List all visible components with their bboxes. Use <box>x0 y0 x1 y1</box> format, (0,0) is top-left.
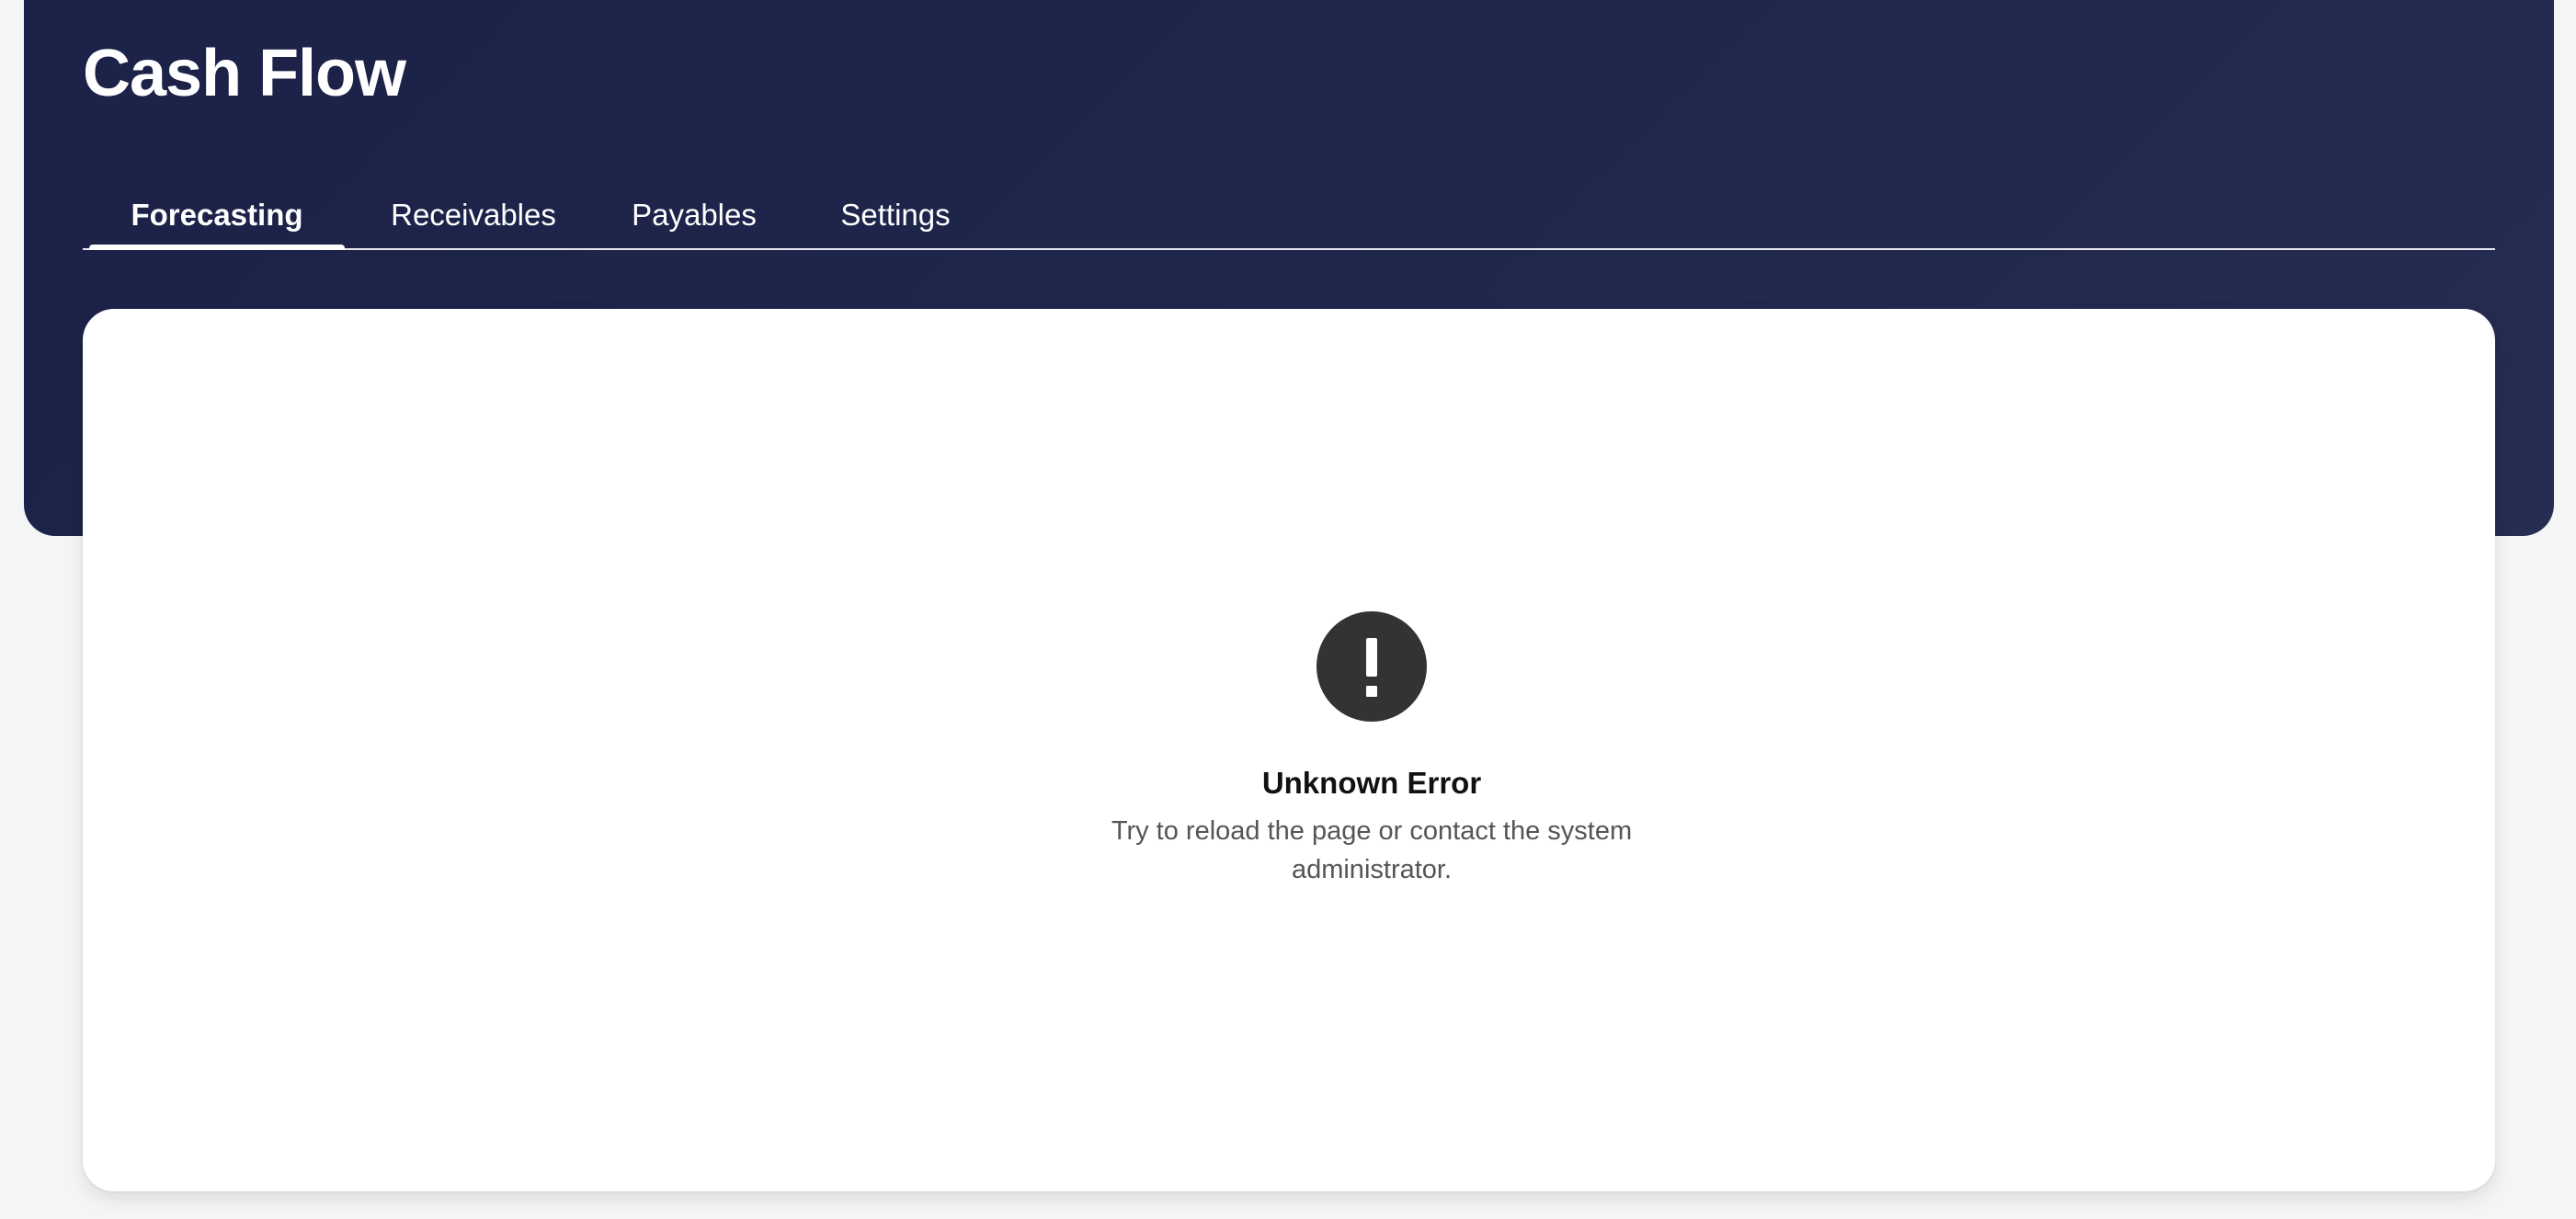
page-title: Cash Flow <box>83 37 406 110</box>
tab-settings[interactable]: Settings <box>819 182 972 248</box>
exclamation-bar <box>1366 638 1377 677</box>
content-card: Unknown Error Try to reload the page or … <box>83 309 2495 1191</box>
cash-flow-page: Cash Flow Forecasting Receivables Payabl… <box>0 0 2576 1219</box>
exclamation-icon <box>1316 611 1427 722</box>
exclamation-dot <box>1366 686 1377 697</box>
tab-bar: Forecasting Receivables Payables Setting… <box>83 182 2495 250</box>
tab-forecasting[interactable]: Forecasting <box>89 182 345 250</box>
error-message: Try to reload the page or contact the sy… <box>1111 816 1633 884</box>
tab-receivables[interactable]: Receivables <box>367 182 580 248</box>
error-title: Unknown Error <box>1261 766 1482 800</box>
tab-payables[interactable]: Payables <box>607 182 781 248</box>
